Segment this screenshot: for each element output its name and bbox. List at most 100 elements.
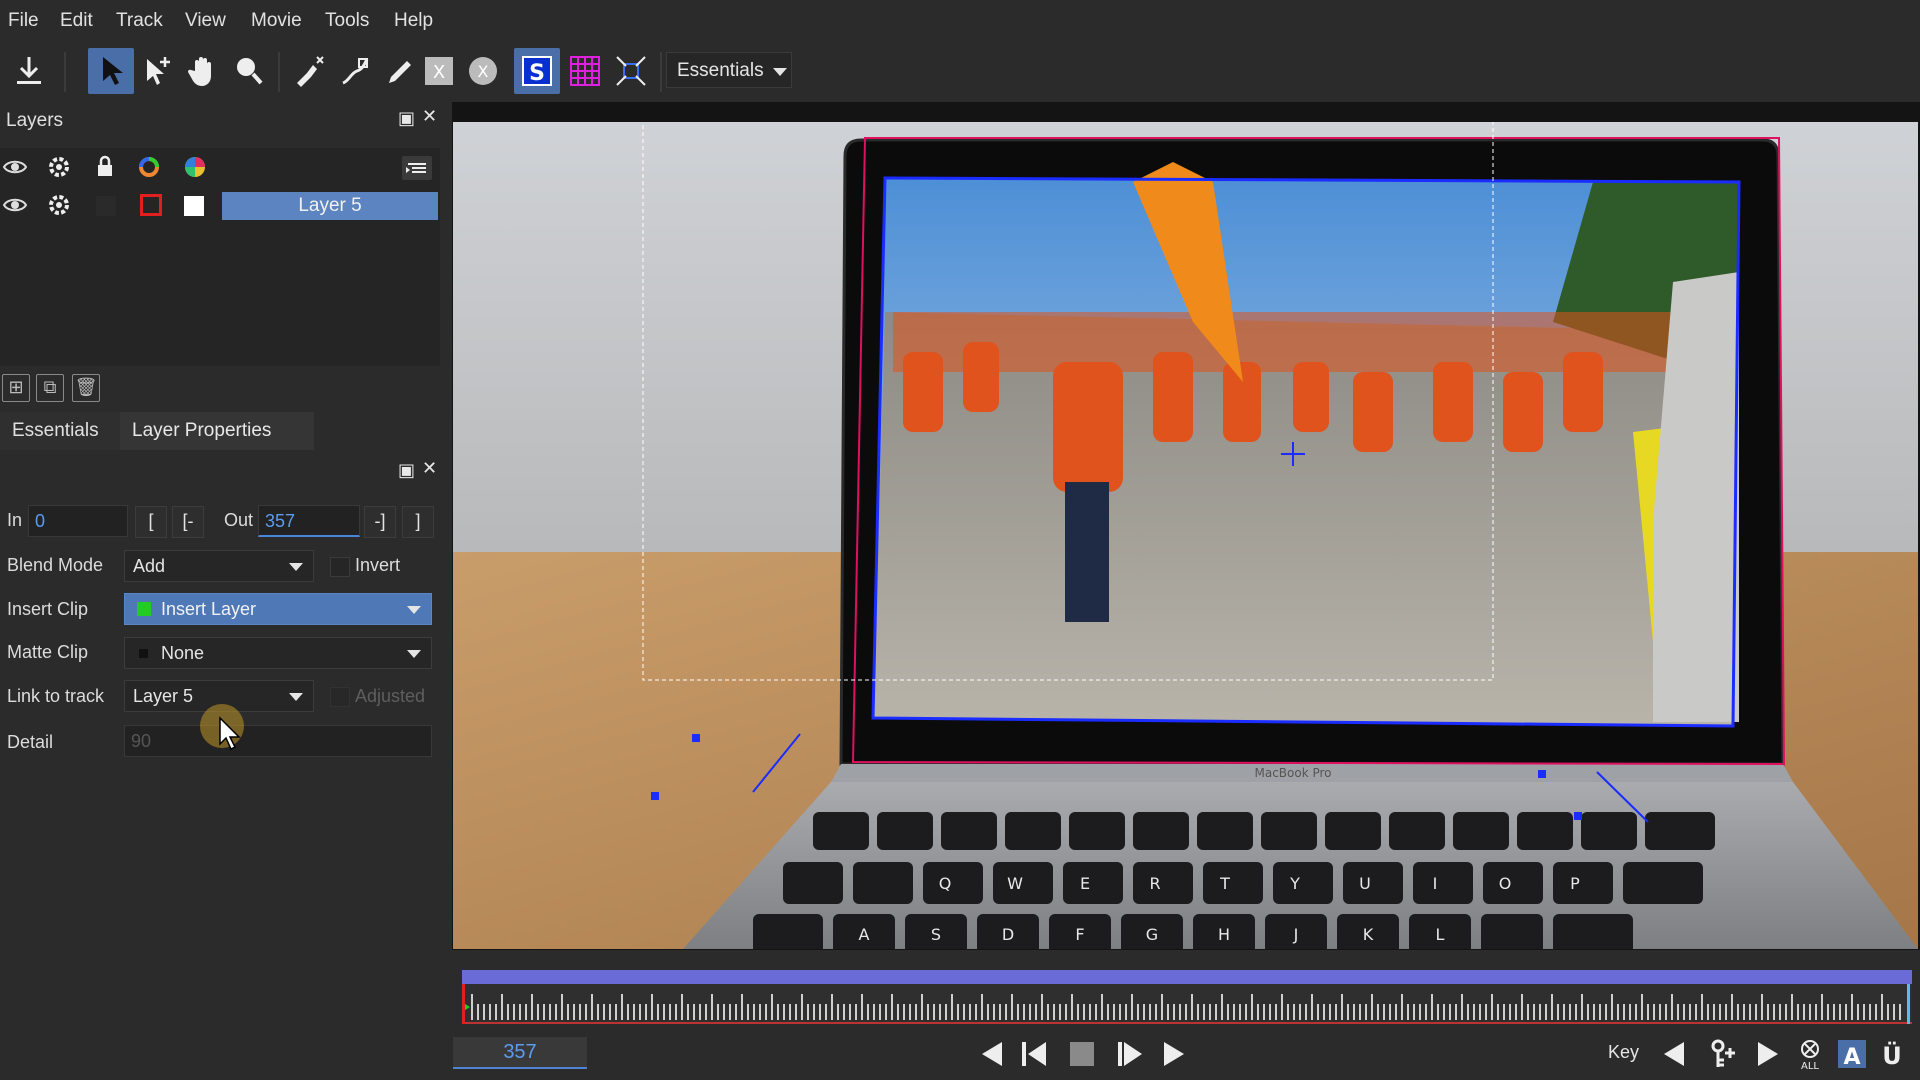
timeline-ruler[interactable] <box>462 984 1912 1024</box>
black-swatch-icon <box>139 649 148 658</box>
spline-icon <box>342 58 369 85</box>
layer-lock-toggle[interactable] <box>96 196 116 216</box>
color-wheel-header-icon[interactable] <box>180 152 210 182</box>
layers-title: Layers <box>6 110 64 131</box>
viewer-top-strip <box>453 102 1918 122</box>
adjusted-checkbox[interactable] <box>330 687 350 707</box>
layer-options-button[interactable] <box>402 156 432 180</box>
delete-layer-button[interactable]: 🗑 <box>72 374 100 402</box>
key-t: T <box>1219 874 1230 893</box>
step-backward-button[interactable] <box>1016 1036 1052 1072</box>
svg-text:Ü: Ü <box>1882 1040 1902 1070</box>
go-out-button[interactable]: -] <box>364 506 396 538</box>
layer-actions: ⊞ ⧉ 🗑 <box>0 370 440 410</box>
key-h: H <box>1218 925 1230 944</box>
duplicate-layer-button[interactable]: ⧉ <box>36 374 64 402</box>
matte-clip-dropdown[interactable]: None <box>124 637 432 669</box>
layer-visibility-icon[interactable] <box>0 190 30 220</box>
download-icon <box>17 57 41 84</box>
key-f: F <box>1075 925 1084 944</box>
menu-edit[interactable]: Edit <box>60 10 93 32</box>
insert-clip-dropdown[interactable]: Insert Layer <box>124 593 432 625</box>
key-i: I <box>1433 874 1438 893</box>
layer-gear-icon[interactable] <box>44 190 74 220</box>
add-point-tool-button[interactable] <box>134 48 180 94</box>
grid-button[interactable] <box>562 48 608 94</box>
workspace-dropdown[interactable]: Essentials <box>666 52 792 88</box>
play-backward-button[interactable] <box>974 1036 1010 1072</box>
export-button[interactable] <box>6 48 52 94</box>
key-s: S <box>931 925 941 944</box>
link-track-value: Layer 5 <box>133 686 194 706</box>
menu-bar: File Edit Track View Movie Tools Help <box>0 0 1920 44</box>
invert-checkbox[interactable] <box>330 557 350 577</box>
key-o: O <box>1499 874 1512 893</box>
layer-matte-swatch[interactable] <box>184 196 204 216</box>
current-frame-field[interactable]: 357 <box>453 1037 587 1069</box>
in-field[interactable]: 0 <box>28 505 128 537</box>
canvas[interactable]: MacBook Pro Q W E R T Y U I O P A S D F … <box>453 122 1918 949</box>
visibility-header-icon[interactable] <box>0 152 30 182</box>
delete-all-keys-button[interactable]: ALL <box>1792 1036 1828 1072</box>
tab-layer-properties[interactable]: Layer Properties <box>120 412 314 450</box>
matte-clip-label: Matte Clip <box>7 642 89 662</box>
go-in-button[interactable]: [- <box>172 506 204 538</box>
round-x-button[interactable]: X <box>460 48 506 94</box>
menu-help[interactable]: Help <box>394 10 433 32</box>
magnifier-icon <box>237 58 263 85</box>
float-panel-icon[interactable]: ▣ <box>398 108 415 129</box>
canvas-image: MacBook Pro Q W E R T Y U I O P A S D F … <box>453 122 1918 949</box>
stop-button[interactable] <box>1064 1036 1100 1072</box>
blend-mode-dropdown[interactable]: Add <box>124 550 314 582</box>
properties-panel: ▣ ✕ <box>0 450 440 1080</box>
menu-file[interactable]: File <box>8 10 39 32</box>
set-out-button[interactable]: ] <box>402 506 434 538</box>
insert-clip-label: Insert Clip <box>7 599 89 619</box>
menu-tools[interactable]: Tools <box>325 10 369 32</box>
play-icon <box>1164 1042 1184 1066</box>
step-forward-button[interactable] <box>1112 1036 1148 1072</box>
key-e: E <box>1080 874 1090 893</box>
lock-header-icon[interactable] <box>90 152 120 182</box>
xspline-tool-button[interactable] <box>332 48 378 94</box>
close-panel-icon[interactable]: ✕ <box>422 106 437 127</box>
key-u: U <box>1359 874 1371 893</box>
float-props-icon[interactable]: ▣ <box>398 460 415 481</box>
gear-header-icon[interactable] <box>44 152 74 182</box>
surface-button[interactable] <box>608 48 654 94</box>
svg-text:X: X <box>478 62 489 81</box>
uber-key-button[interactable]: Ü <box>1874 1036 1910 1072</box>
mouse-cursor-icon <box>219 716 241 751</box>
play-forward-button[interactable] <box>1156 1036 1192 1072</box>
menu-track[interactable]: Track <box>116 10 163 32</box>
brush-icon <box>389 61 411 83</box>
layer-color-swatch[interactable] <box>140 194 162 216</box>
clip-x-button[interactable]: X <box>416 48 462 94</box>
bezier-tool-button[interactable] <box>286 48 332 94</box>
prev-key-button[interactable] <box>1656 1036 1692 1072</box>
select-tool-button[interactable] <box>88 48 134 94</box>
stop-icon <box>1070 1042 1094 1066</box>
timeline-range-bar[interactable] <box>462 970 1912 984</box>
pan-tool-button[interactable] <box>180 48 226 94</box>
add-key-button[interactable] <box>1706 1036 1742 1072</box>
next-key-button[interactable] <box>1750 1036 1786 1072</box>
menu-view[interactable]: View <box>185 10 226 32</box>
new-layer-button[interactable]: ⊞ <box>2 374 30 402</box>
tab-essentials[interactable]: Essentials <box>0 412 140 450</box>
auto-key-button[interactable]: A <box>1834 1036 1870 1072</box>
zoom-tool-button[interactable] <box>226 48 272 94</box>
out-field[interactable]: 357 <box>258 505 360 537</box>
menu-movie[interactable]: Movie <box>251 10 302 32</box>
color-ring-header-icon[interactable] <box>134 152 164 182</box>
toolbar: X X S <box>0 44 1920 102</box>
circle-x-icon: X <box>469 57 497 85</box>
key-l: L <box>1436 925 1445 944</box>
close-props-icon[interactable]: ✕ <box>422 458 437 479</box>
screen-photo <box>873 162 1739 726</box>
layer-name[interactable]: Layer 5 <box>222 192 438 220</box>
blend-mode-label: Blend Mode <box>7 555 104 575</box>
detail-field[interactable]: 90 <box>124 725 432 757</box>
show-spline-button[interactable]: S <box>514 48 560 94</box>
set-in-button[interactable]: [ <box>135 506 167 538</box>
